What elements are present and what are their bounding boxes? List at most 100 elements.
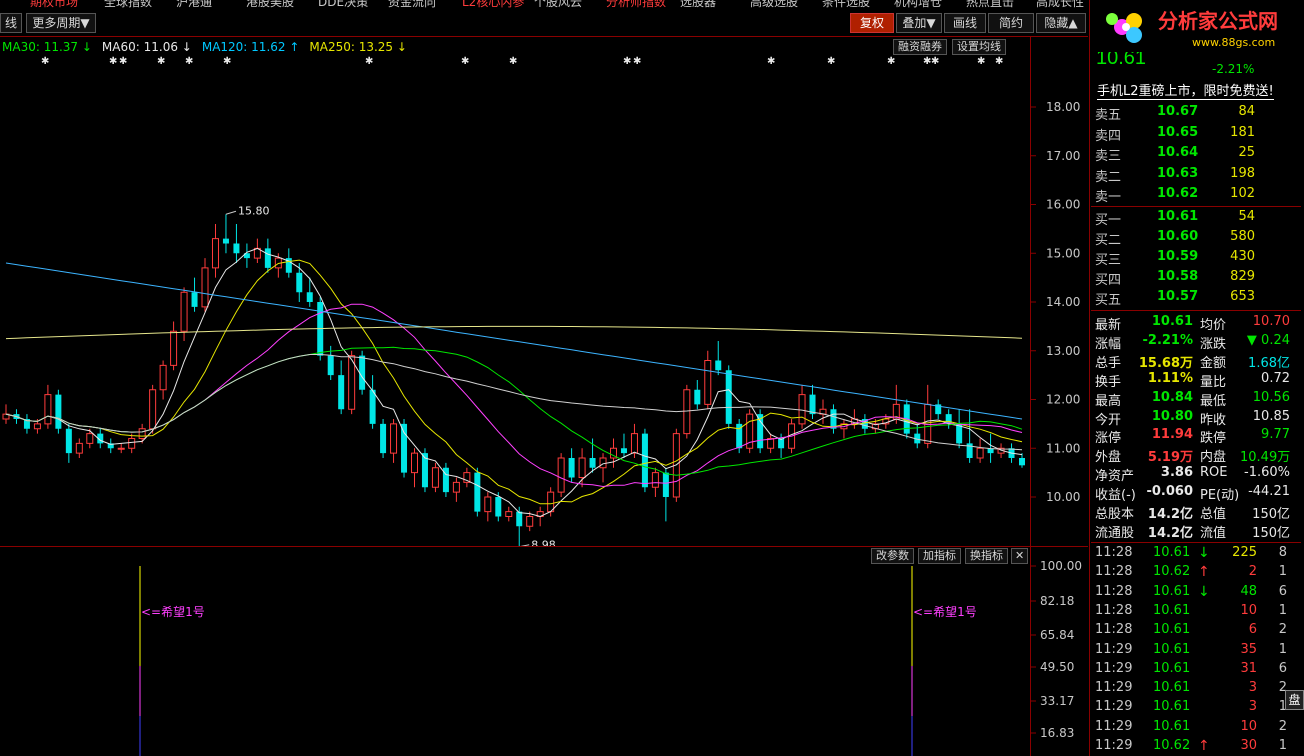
candle-body <box>809 394 816 415</box>
stat-label: 总值 <box>1200 507 1227 522</box>
candle-body <box>44 394 52 425</box>
order-book-row[interactable]: 买一 10.61 54 <box>1095 209 1295 228</box>
order-book-row[interactable]: 卖四 10.65 181 <box>1095 125 1295 144</box>
stat-value: 10.49万 <box>1240 450 1291 466</box>
order-label: 卖三 <box>1095 149 1122 164</box>
event-marker[interactable]: ✱ <box>119 56 127 67</box>
event-marker[interactable]: ✱ <box>109 56 117 67</box>
stat-label: 总手 <box>1095 355 1122 371</box>
event-marker[interactable]: ✱ <box>827 56 835 67</box>
candle-body <box>369 389 376 424</box>
stat-label: 今开 <box>1095 412 1122 428</box>
tick-row: 11:29 10.62 ↑ 30 1 <box>1095 738 1295 756</box>
simple-mode-button[interactable]: 简约 <box>988 13 1034 33</box>
low-label: 8.98 <box>531 539 556 546</box>
panel-tab[interactable]: 盘 <box>1285 690 1304 710</box>
line-button[interactable]: 线 <box>0 13 22 33</box>
event-marker[interactable]: ✱ <box>41 56 49 67</box>
stat-label: 金额 <box>1200 355 1227 371</box>
order-book-row[interactable]: 卖一 10.62 102 <box>1095 186 1295 205</box>
side-strip <box>1297 170 1304 756</box>
menu-item[interactable]: 资金流向 <box>388 0 436 8</box>
event-marker[interactable]: ✱ <box>157 56 165 67</box>
event-marker[interactable]: ✱ <box>887 56 895 67</box>
event-marker[interactable]: ✱ <box>931 56 939 67</box>
menu-item[interactable]: 个股风云 <box>534 0 582 8</box>
menu-item[interactable]: 高级选股 <box>750 0 798 8</box>
tick-row: 11:28 10.61 10 1 <box>1095 603 1295 622</box>
candle-body <box>211 238 219 269</box>
order-label: 买四 <box>1095 273 1122 288</box>
ma10-line <box>5 259 1023 505</box>
event-marker[interactable]: ✱ <box>365 56 373 67</box>
tick-price: 10.61 <box>1153 660 1191 676</box>
event-marker[interactable]: ✱ <box>995 56 1003 67</box>
order-book-row[interactable]: 买三 10.59 430 <box>1095 249 1295 268</box>
menu-item[interactable]: 选股器 <box>680 0 716 8</box>
menu-item[interactable]: 分析师指数 <box>606 0 666 8</box>
menu-item[interactable]: L2核心内参 <box>462 0 524 8</box>
ma-settings-button[interactable]: 设置均线 <box>952 39 1006 55</box>
indicator-tick: 49.50 <box>1040 660 1074 674</box>
menu-item[interactable]: 条件选股 <box>822 0 870 8</box>
menu-item[interactable]: 热点直击 <box>966 0 1014 8</box>
candle-body <box>547 491 555 513</box>
order-label: 卖四 <box>1095 128 1122 144</box>
margin-trading-button[interactable]: 融资融券 <box>893 39 947 55</box>
order-book-row[interactable]: 卖三 10.64 25 <box>1095 145 1295 164</box>
event-marker[interactable]: ✱ <box>977 56 985 67</box>
order-vol: 181 <box>1230 124 1255 140</box>
event-marker[interactable]: ✱ <box>461 56 469 67</box>
candlestick-chart[interactable]: 18.00 17.00 16.00 15.00 14.00 13.00 12.00 11.00… <box>0 54 1088 546</box>
event-marker[interactable]: ✱ <box>767 56 775 67</box>
tick-vol: 3 <box>1248 699 1257 715</box>
menu-item[interactable]: 期权市场 <box>30 0 78 8</box>
menu-item[interactable]: 全球指数 <box>104 0 152 8</box>
tick-n: 1 <box>1278 699 1287 715</box>
ma-legend-item: MA30: 11.37 ↓ <box>2 40 92 54</box>
menu-item[interactable]: DDE决策 <box>318 0 368 8</box>
menu-item[interactable]: 机构增仓 <box>894 0 942 8</box>
order-book-row[interactable]: 买四 10.58 829 <box>1095 269 1295 288</box>
fuquan-button[interactable]: 复权 <box>850 13 894 33</box>
overlay-button[interactable]: 叠加▼ <box>896 13 942 33</box>
event-marker[interactable]: ✱ <box>509 56 517 67</box>
hide-button[interactable]: 隐藏▲ <box>1036 13 1086 33</box>
promo-link[interactable]: 手机L2重磅上市，限时免费送! <box>1097 80 1274 100</box>
menu-item[interactable]: 高成长性 <box>1036 0 1084 8</box>
ma5-line <box>5 247 1023 518</box>
tick-price: 10.61 <box>1153 699 1191 715</box>
candle-body <box>568 458 575 478</box>
order-book-row[interactable]: 买五 10.57 653 <box>1095 289 1295 308</box>
tick-vol: 6 <box>1248 622 1257 638</box>
menu-item[interactable]: 港股美股 <box>246 0 294 8</box>
event-marker[interactable]: ✱ <box>623 56 631 67</box>
candle-body <box>138 428 146 439</box>
order-book-row[interactable]: 卖五 10.67 84 <box>1095 104 1295 123</box>
order-book-row[interactable]: 卖二 10.63 198 <box>1095 166 1295 185</box>
tick-price: 10.62 <box>1153 564 1191 580</box>
event-marker[interactable]: ✱ <box>185 56 193 67</box>
candle-body <box>431 467 439 488</box>
tick-row: 11:28 10.61 6 2 <box>1095 622 1295 641</box>
stat-value: 11.94 <box>1151 427 1193 443</box>
tick-vol: 10 <box>1240 602 1257 618</box>
candle-body <box>117 447 125 450</box>
event-marker[interactable]: ✱ <box>223 56 231 67</box>
tick-time: 11:28 <box>1095 564 1133 580</box>
stat-value: 1.68亿 <box>1248 355 1290 371</box>
stat-label: 流值 <box>1200 525 1227 541</box>
indicator-chart[interactable]: 100.00 82.18 65.84 49.50 33.17 16.83 <=希望1号 <=希… <box>0 548 1088 756</box>
draw-line-button[interactable]: 画线 <box>944 13 986 33</box>
tick-time: 11:28 <box>1095 602 1133 618</box>
chart-divider <box>0 546 1088 547</box>
indicator-tick: 100.00 <box>1040 559 1082 573</box>
menu-item[interactable]: 沪港通 <box>176 0 212 8</box>
event-marker[interactable]: ✱ <box>633 56 641 67</box>
period-dropdown[interactable]: 更多周期▼ <box>26 13 96 33</box>
candle-body <box>1019 458 1025 466</box>
order-book-row[interactable]: 买二 10.60 580 <box>1095 229 1295 248</box>
order-price: 10.59 <box>1157 249 1199 264</box>
stat-label: 内盘 <box>1200 450 1227 466</box>
candle-body <box>630 433 638 454</box>
